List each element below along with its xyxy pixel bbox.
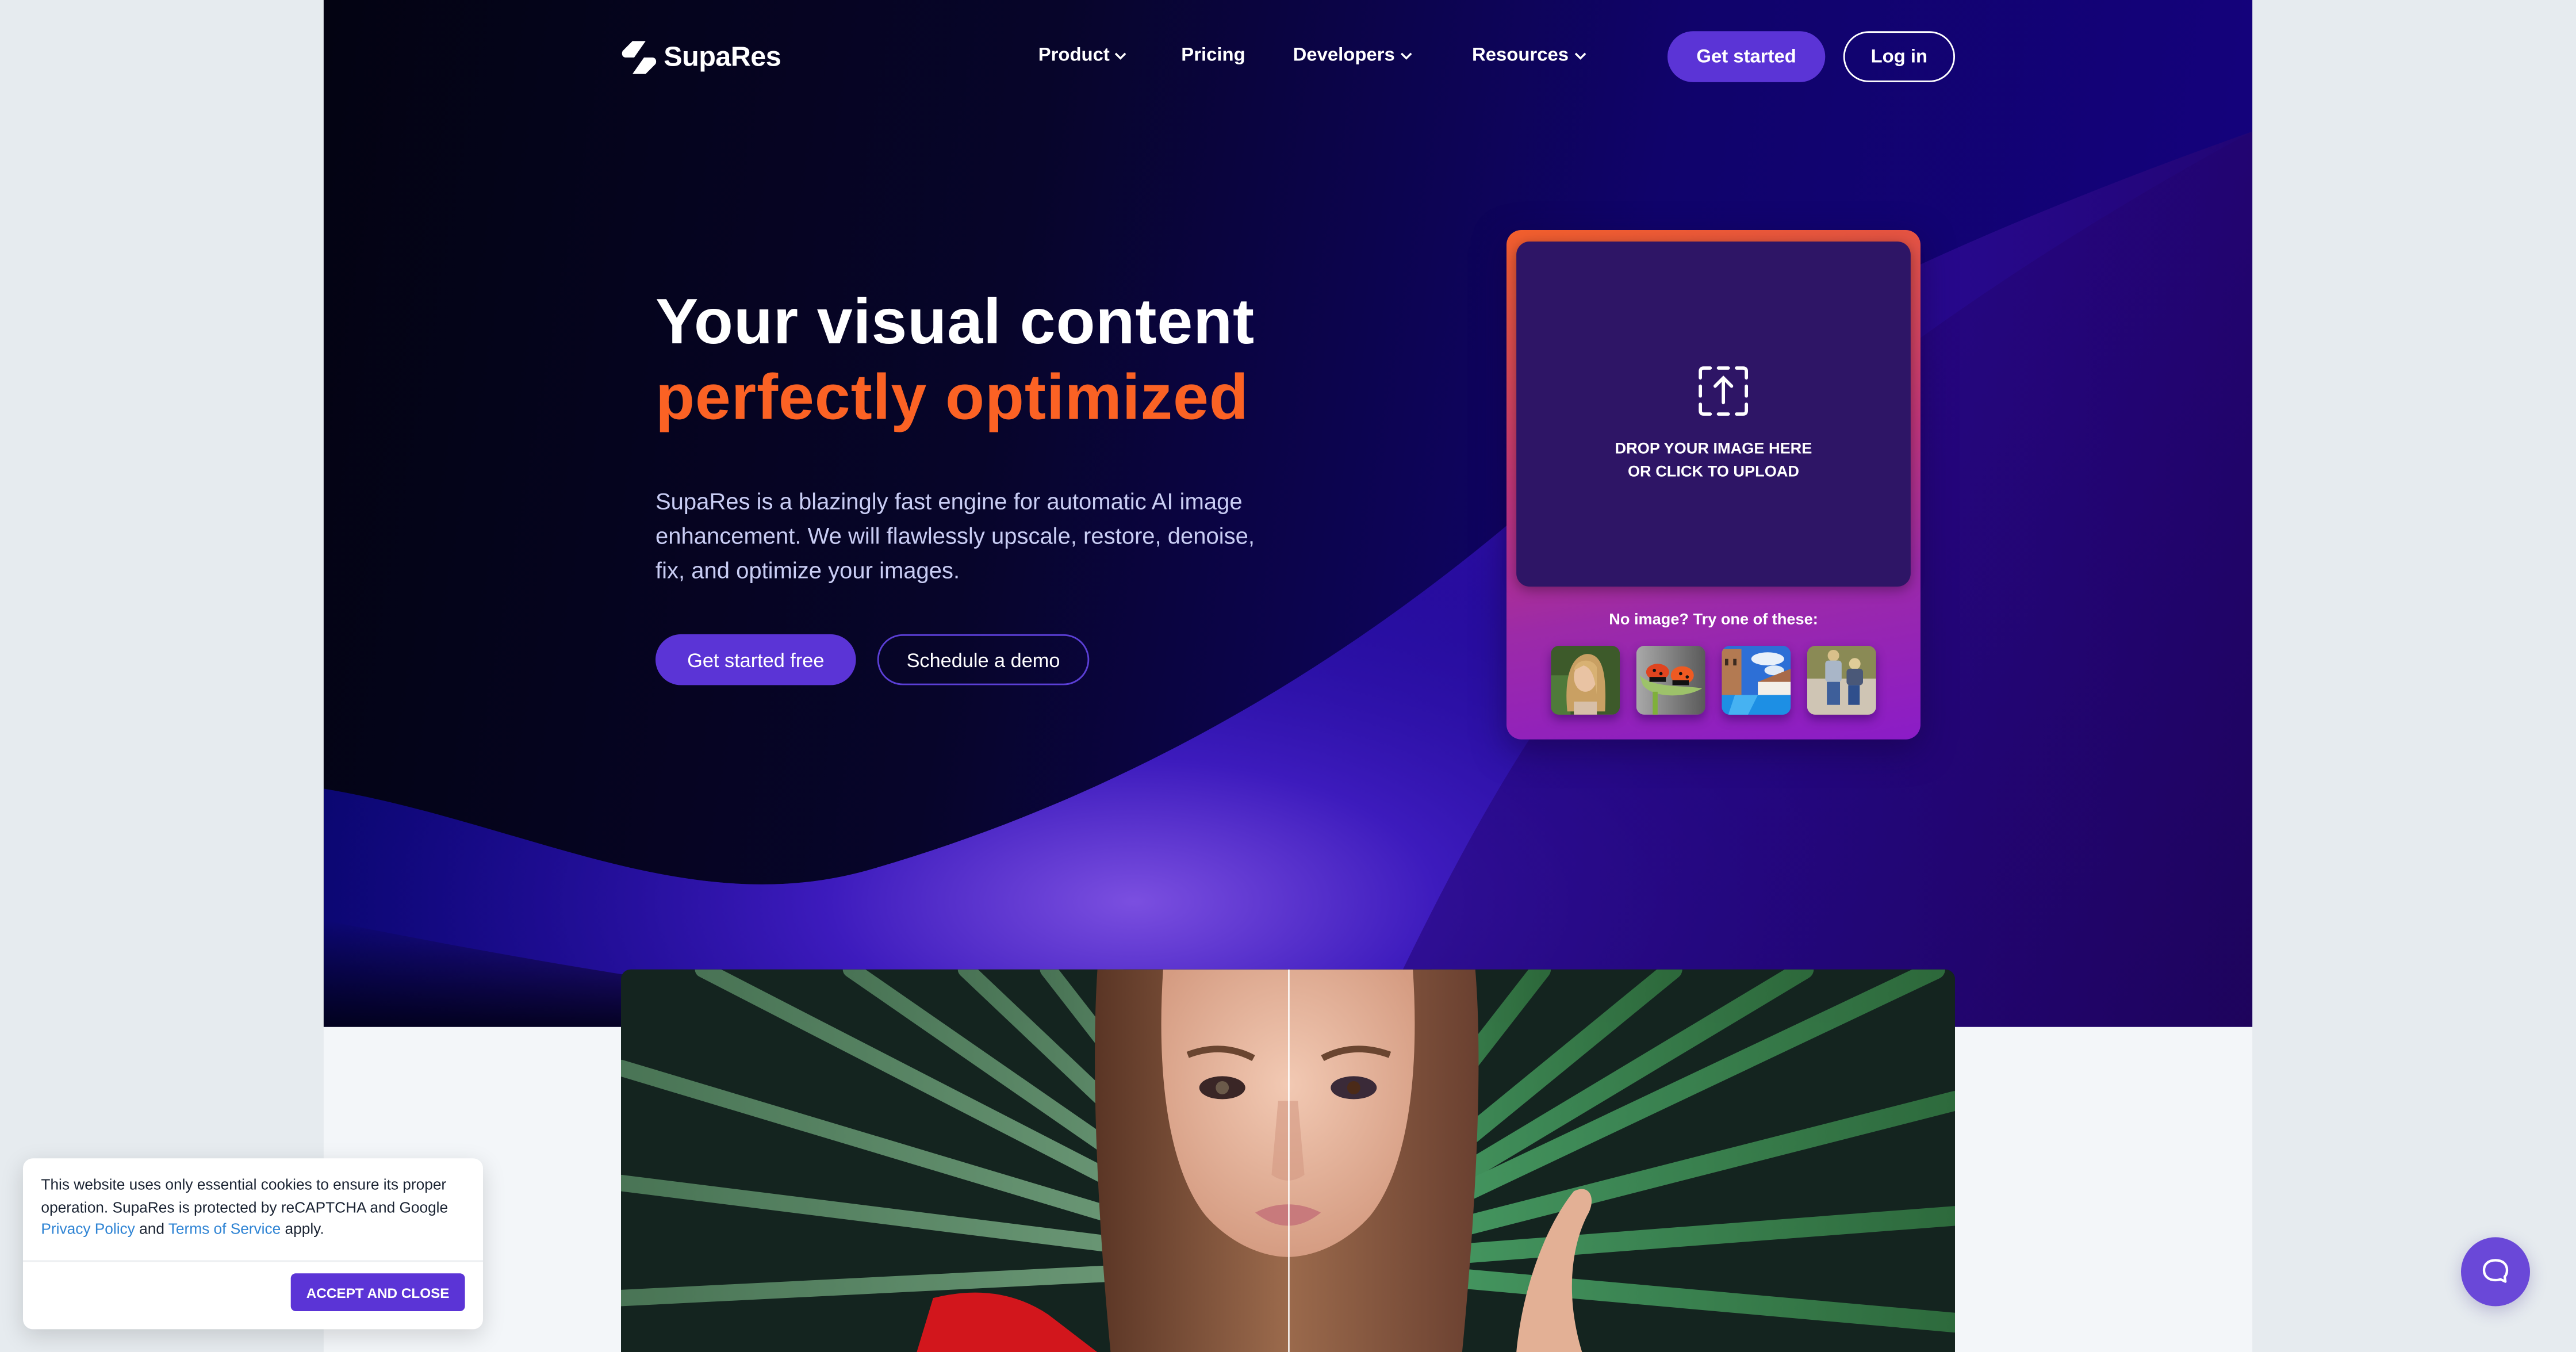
get-started-button[interactable]: Get started: [1667, 31, 1826, 82]
cookie-text-after: apply.: [281, 1221, 324, 1238]
samples-label: No image? Try one of these:: [1609, 611, 1818, 630]
schedule-demo-button[interactable]: Schedule a demo: [877, 634, 1090, 685]
get-started-free-button[interactable]: Get started free: [656, 634, 856, 685]
nav-resources[interactable]: Resources: [1472, 46, 1586, 66]
hero-section: [323, 0, 2253, 1027]
drop-text-line2: OR CLICK TO UPLOAD: [1627, 463, 1800, 482]
supares-logo-icon: [622, 41, 657, 74]
logo[interactable]: SupaRes: [621, 40, 781, 76]
chevron-down-icon: [1574, 52, 1586, 60]
nav-developers-label: Developers: [1293, 46, 1395, 66]
upload-icon: [1699, 366, 1749, 416]
drop-instructions: DROP YOUR IMAGE HERE OR CLICK TO UPLOAD: [1516, 439, 1911, 485]
sample-woman-portrait[interactable]: [1551, 645, 1620, 715]
chevron-down-icon: [1116, 52, 1127, 60]
hero-description: SupaRes is a blazingly fast engine for a…: [656, 488, 1255, 584]
login-button[interactable]: Log in: [1843, 31, 1955, 82]
drop-text-line1: DROP YOUR IMAGE HERE: [1615, 440, 1812, 459]
cookie-text-before: This website uses only essential cookies…: [41, 1176, 448, 1216]
sample-children-walking[interactable]: [1807, 645, 1876, 715]
logo-text: SupaRes: [664, 41, 781, 72]
comparison-slider-handle[interactable]: [1288, 969, 1290, 1352]
chevron-down-icon: [1400, 52, 1412, 60]
nav-product-label: Product: [1038, 46, 1110, 66]
sample-images: [1551, 645, 1876, 715]
upload-card: DROP YOUR IMAGE HERE OR CLICK TO UPLOAD …: [1506, 230, 1920, 740]
accept-cookies-button[interactable]: ACCEPT AND CLOSE: [290, 1273, 465, 1311]
nav-pricing[interactable]: Pricing: [1181, 46, 1245, 66]
cookie-divider: [23, 1260, 483, 1262]
privacy-policy-link[interactable]: Privacy Policy: [41, 1221, 135, 1238]
sample-pool-building[interactable]: [1722, 645, 1791, 715]
hero-wave-background: [323, 131, 2253, 1027]
woman-portrait-thumbnail: [1551, 645, 1620, 715]
nav-resources-label: Resources: [1472, 46, 1569, 66]
hero-title-line2: perfectly optimized: [656, 363, 1249, 434]
pool-building-thumbnail: [1722, 645, 1791, 715]
chat-widget-button[interactable]: [2461, 1237, 2530, 1307]
chat-bubble-icon: [2482, 1259, 2509, 1283]
before-after-comparison[interactable]: [621, 969, 1955, 1352]
hero-title-line1: Your visual content: [656, 288, 1255, 358]
terms-of-service-link[interactable]: Terms of Service: [168, 1221, 281, 1238]
cookie-message: This website uses only essential cookies…: [41, 1175, 471, 1242]
cookie-text-mid: and: [135, 1221, 168, 1238]
image-drop-zone[interactable]: DROP YOUR IMAGE HERE OR CLICK TO UPLOAD: [1516, 242, 1911, 587]
ladybugs-thumbnail: [1636, 645, 1705, 715]
sample-ladybugs[interactable]: [1636, 645, 1705, 715]
nav-pricing-label: Pricing: [1181, 46, 1245, 66]
nav-developers[interactable]: Developers: [1293, 46, 1413, 66]
top-navigation: SupaRes Product Pricing Developers Resou…: [0, 0, 2576, 115]
nav-product[interactable]: Product: [1038, 46, 1128, 66]
children-walking-thumbnail: [1807, 645, 1876, 715]
